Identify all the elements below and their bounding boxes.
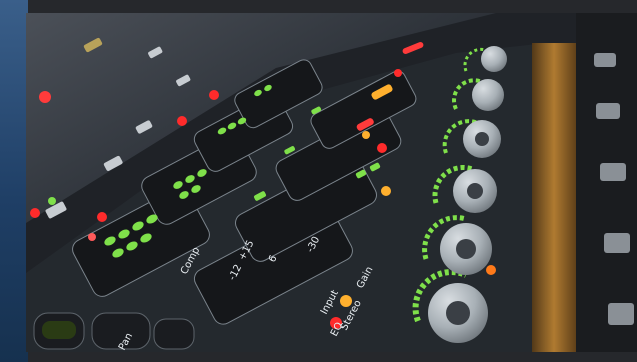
photo-frame: Comp Input Stereo Gain EQ Pan +15 -12 -3…	[0, 0, 637, 362]
left-blue-strip	[0, 0, 28, 362]
amber-fader-strip	[532, 43, 576, 352]
mixer-illustration: Comp Input Stereo Gain EQ Pan +15 -12 -3…	[26, 13, 637, 352]
mixer-photo: Comp Input Stereo Gain EQ Pan +15 -12 -3…	[26, 13, 637, 352]
